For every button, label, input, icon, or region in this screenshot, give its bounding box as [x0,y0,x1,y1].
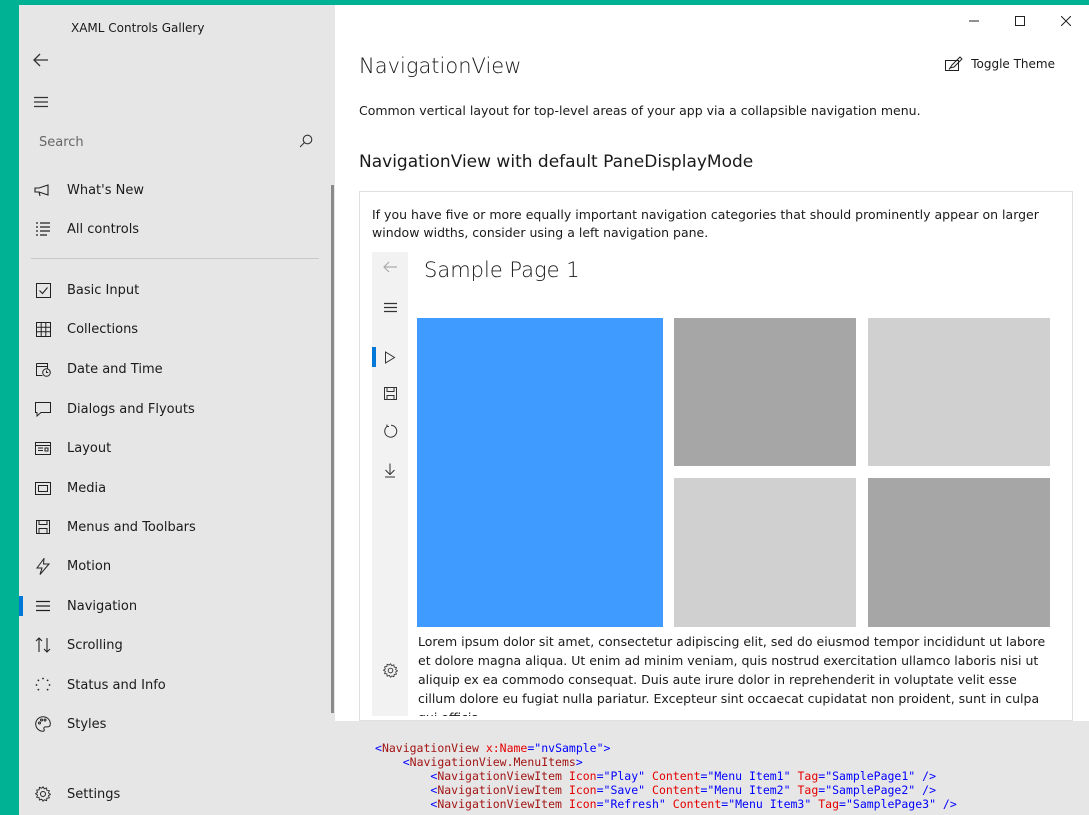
save-icon [383,386,397,400]
example-card: If you have five or more equally importa… [359,191,1073,721]
toggle-theme-button[interactable]: Toggle Theme [945,56,1055,72]
close-button[interactable] [1043,5,1089,37]
gear-icon [382,662,398,678]
layout-icon [19,441,67,455]
sidebar-item-layout[interactable]: Layout [19,428,329,468]
example-description: If you have five or more equally importa… [372,207,1039,240]
sidebar-item-label: Dialogs and Flyouts [67,401,195,417]
hamburger-icon [34,96,48,108]
lightning-icon [19,557,67,575]
download-icon [385,463,395,477]
navigation-pane: XAML Controls Gallery What's New All con… [19,5,335,815]
divider [31,258,319,259]
save-icon [19,520,67,534]
hamburger-icon [383,302,397,312]
sidebar-item-label: What's New [67,182,144,198]
sample-tile [674,318,856,466]
search-input[interactable] [39,134,259,150]
media-icon [19,481,67,495]
calendar-clock-icon [19,362,67,377]
sidebar-item-label: Media [67,480,107,496]
sidebar-item-label: Basic Input [67,282,140,298]
maximize-button[interactable] [997,5,1043,37]
sample-navigation-view: Sample Page 1 Lorem ipsum dolor sit amet… [372,252,1062,716]
example-title: NavigationView with default PaneDisplayM… [359,152,754,172]
sidebar-item-label: Navigation [67,598,138,614]
code-sample: <NavigationView x:Name="nvSample"> <Navi… [335,721,1089,815]
sidebar-item-label: Styles [67,716,107,732]
refresh-icon [383,424,397,438]
sample-tile [674,478,856,627]
minimize-button[interactable] [951,5,997,37]
sidebar-item-label: Collections [67,321,139,337]
hamburger-menu-button[interactable] [31,92,51,112]
sample-page-title: Sample Page 1 [424,258,580,282]
sidebar-item-motion[interactable]: Motion [19,546,329,586]
sample-menu-item1[interactable] [372,342,408,372]
sidebar-item-label: Status and Info [67,677,166,693]
progress-ring-icon [19,677,67,693]
sample-tile [868,478,1050,627]
xaml-code: <NavigationView x:Name="nvSample"> <Navi… [375,741,957,811]
sidebar-item-label: Date and Time [67,361,163,377]
sample-hamburger-button[interactable] [372,292,408,322]
main-content: NavigationView Toggle Theme Common verti… [335,5,1089,815]
sidebar-item-label: Scrolling [67,637,123,653]
back-button[interactable] [31,50,51,70]
sample-back-button[interactable] [372,252,408,282]
back-arrow-icon [382,261,397,273]
sort-arrows-icon [19,637,67,653]
sample-lorem-text: Lorem ipsum dolor sit amet, consectetur … [418,634,1046,716]
list-icon [19,222,67,236]
sidebar-item-scrolling[interactable]: Scrolling [19,625,329,665]
sidebar-item-label: Motion [67,558,112,574]
minimize-icon [969,20,979,22]
sidebar-item-navigation[interactable]: Navigation [19,586,329,626]
grid-icon [19,321,67,337]
sample-settings-button[interactable] [372,655,408,685]
sidebar-item-styles[interactable]: Styles [19,704,329,744]
sidebar-item-label: Layout [67,440,112,456]
sidebar-item-settings[interactable]: Settings [19,774,329,814]
sample-menu-item2[interactable] [372,378,408,408]
theme-brush-icon [945,56,963,71]
sidebar-item-label: Settings [67,786,121,802]
sidebar-item-basic-input[interactable]: Basic Input [19,270,329,310]
speech-bubble-icon [19,401,67,417]
sidebar-item-menus-and-toolbars[interactable]: Menus and Toolbars [19,507,329,547]
sample-menu-item3[interactable] [372,416,408,446]
hamburger-icon [19,600,67,612]
window-controls [951,5,1089,37]
sample-tile-large [417,318,663,627]
megaphone-icon [19,183,67,197]
back-arrow-icon [33,53,48,67]
palette-icon [19,716,67,732]
maximize-icon [1015,16,1025,26]
sidebar-item-label: Menus and Toolbars [67,519,196,535]
app-title: XAML Controls Gallery [71,21,205,35]
toggle-theme-label: Toggle Theme [971,57,1055,71]
sidebar-item-media[interactable]: Media [19,468,329,508]
sidebar-scrollbar[interactable] [331,185,334,713]
sidebar-item-dialogs-and-flyouts[interactable]: Dialogs and Flyouts [19,389,329,429]
page-title: NavigationView [359,54,522,78]
checkbox-icon [19,282,67,298]
play-icon [385,350,396,364]
sidebar-item-status-and-info[interactable]: Status and Info [19,665,329,705]
search-box[interactable] [31,129,321,155]
sample-nav-pane [372,252,408,716]
sidebar-item-date-and-time[interactable]: Date and Time [19,349,329,389]
sidebar-item-all-controls[interactable]: All controls [19,209,329,249]
page-description: Common vertical layout for top-level are… [359,103,921,118]
sidebar-item-collections[interactable]: Collections [19,309,329,349]
sidebar-item-label: All controls [67,221,140,237]
sidebar-item-whats-new[interactable]: What's New [19,170,329,210]
close-icon [1061,16,1071,26]
sample-tile [868,318,1050,466]
sample-menu-item4[interactable] [372,455,408,485]
app-window: XAML Controls Gallery What's New All con… [19,5,1089,815]
search-icon[interactable] [299,133,313,152]
gear-icon [19,786,67,802]
